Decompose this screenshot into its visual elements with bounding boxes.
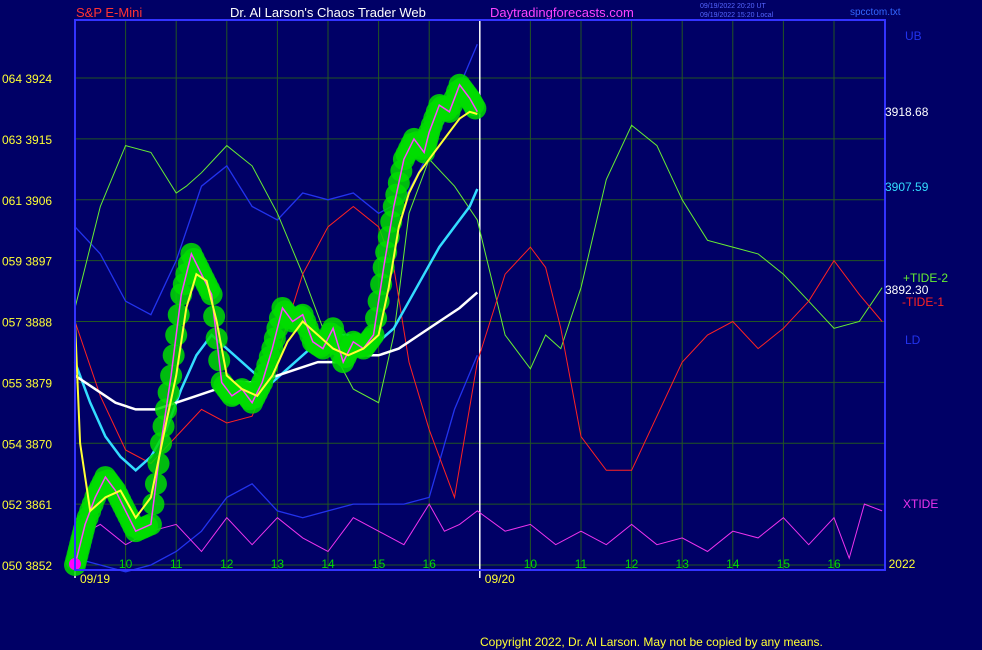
tide-minus-label: -TIDE-1 (902, 295, 944, 309)
yellow-price-label: 3918.68 (885, 105, 929, 119)
x-tick-label: 09/20 (485, 572, 515, 586)
x-tick-label: 15 (372, 557, 386, 571)
chart-background (0, 0, 982, 650)
x-tick-label: 12 (220, 557, 234, 571)
x-tick-label: 11 (575, 557, 588, 571)
y-tick-label: 063 3915 (2, 133, 52, 147)
y-tick-label: 057 3888 (2, 316, 52, 330)
cyan-price-label: 3907.59 (885, 180, 929, 194)
x-tick-label: 09/19 (80, 572, 110, 586)
y-tick-label: 054 3870 (2, 437, 52, 451)
instrument-title: S&P E-Mini (76, 5, 142, 20)
site-title: Dr. Al Larson's Chaos Trader Web (230, 5, 426, 20)
x-tick-label: 15 (777, 557, 791, 571)
x-tick-label: 16 (423, 557, 437, 571)
y-tick-label: 059 3897 (2, 255, 52, 269)
website-link[interactable]: Daytradingforecasts.com (490, 5, 634, 20)
y-tick-label: 055 3879 (2, 376, 52, 390)
y-tick-label: 064 3924 (2, 72, 52, 86)
x-tick-label: 13 (271, 557, 285, 571)
time-local: 09/19/2022 15:20 Local (700, 12, 774, 19)
y-tick-label: 050 3852 (2, 559, 52, 573)
x-tick-label: 10 (119, 557, 133, 571)
x-tick-label: 12 (625, 557, 639, 571)
time-ut: 09/19/2022 20:20 UT (700, 3, 766, 10)
chaos-trader-chart: S&P E-Mini Dr. Al Larson's Chaos Trader … (0, 0, 982, 650)
upper-band-label: UB (905, 29, 922, 43)
y-tick-label: 052 3861 (2, 498, 52, 512)
y-tick-label: 061 3906 (2, 194, 52, 208)
x-tick-label: 11 (170, 557, 183, 571)
x-tick-label: 14 (321, 557, 335, 571)
lower-band-label: LD (905, 333, 921, 347)
copyright-notice: Copyright 2022, Dr. Al Larson. May not b… (480, 635, 823, 649)
data-file-name: spcctom.txt (850, 7, 901, 18)
x-tick-label: 16 (827, 557, 841, 571)
x-tick-label: 14 (726, 557, 740, 571)
xtide-label: XTIDE (903, 497, 938, 511)
x-tick-label: 10 (524, 557, 538, 571)
x-tick-label: 13 (676, 557, 690, 571)
x-tick-label: 2022 (889, 557, 916, 571)
